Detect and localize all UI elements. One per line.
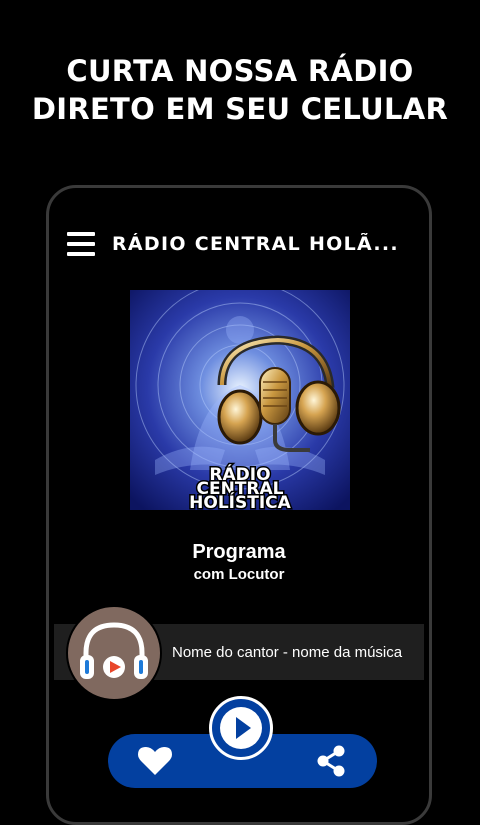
program-title: Programa xyxy=(192,541,286,563)
promo-line-1: CURTA NOSSA RÁDIO xyxy=(66,54,414,88)
program-host: com Locutor xyxy=(193,566,285,583)
promo-heading: CURTA NOSSA RÁDIO DIRETO EM SEU CELULAR xyxy=(0,52,480,128)
app-bar: RÁDIO CENTRAL HOLÃ... xyxy=(54,205,424,283)
play-button[interactable] xyxy=(209,696,273,760)
cover-text-line-3: HOLÍSTICA xyxy=(189,491,291,510)
play-icon xyxy=(220,707,262,749)
now-playing-text: Nome do cantor - nome da música xyxy=(172,644,403,661)
share-icon[interactable] xyxy=(315,745,347,777)
station-cover-art: RÁDIO CENTRAL HOLÍSTICA xyxy=(130,290,350,510)
heart-icon[interactable] xyxy=(138,746,172,776)
promo-line-2: DIRETO EM SEU CELULAR xyxy=(31,92,449,126)
app-title: RÁDIO CENTRAL HOLÃ... xyxy=(112,233,399,255)
headphones-icon xyxy=(66,605,162,701)
hamburger-menu-icon[interactable] xyxy=(67,232,95,256)
